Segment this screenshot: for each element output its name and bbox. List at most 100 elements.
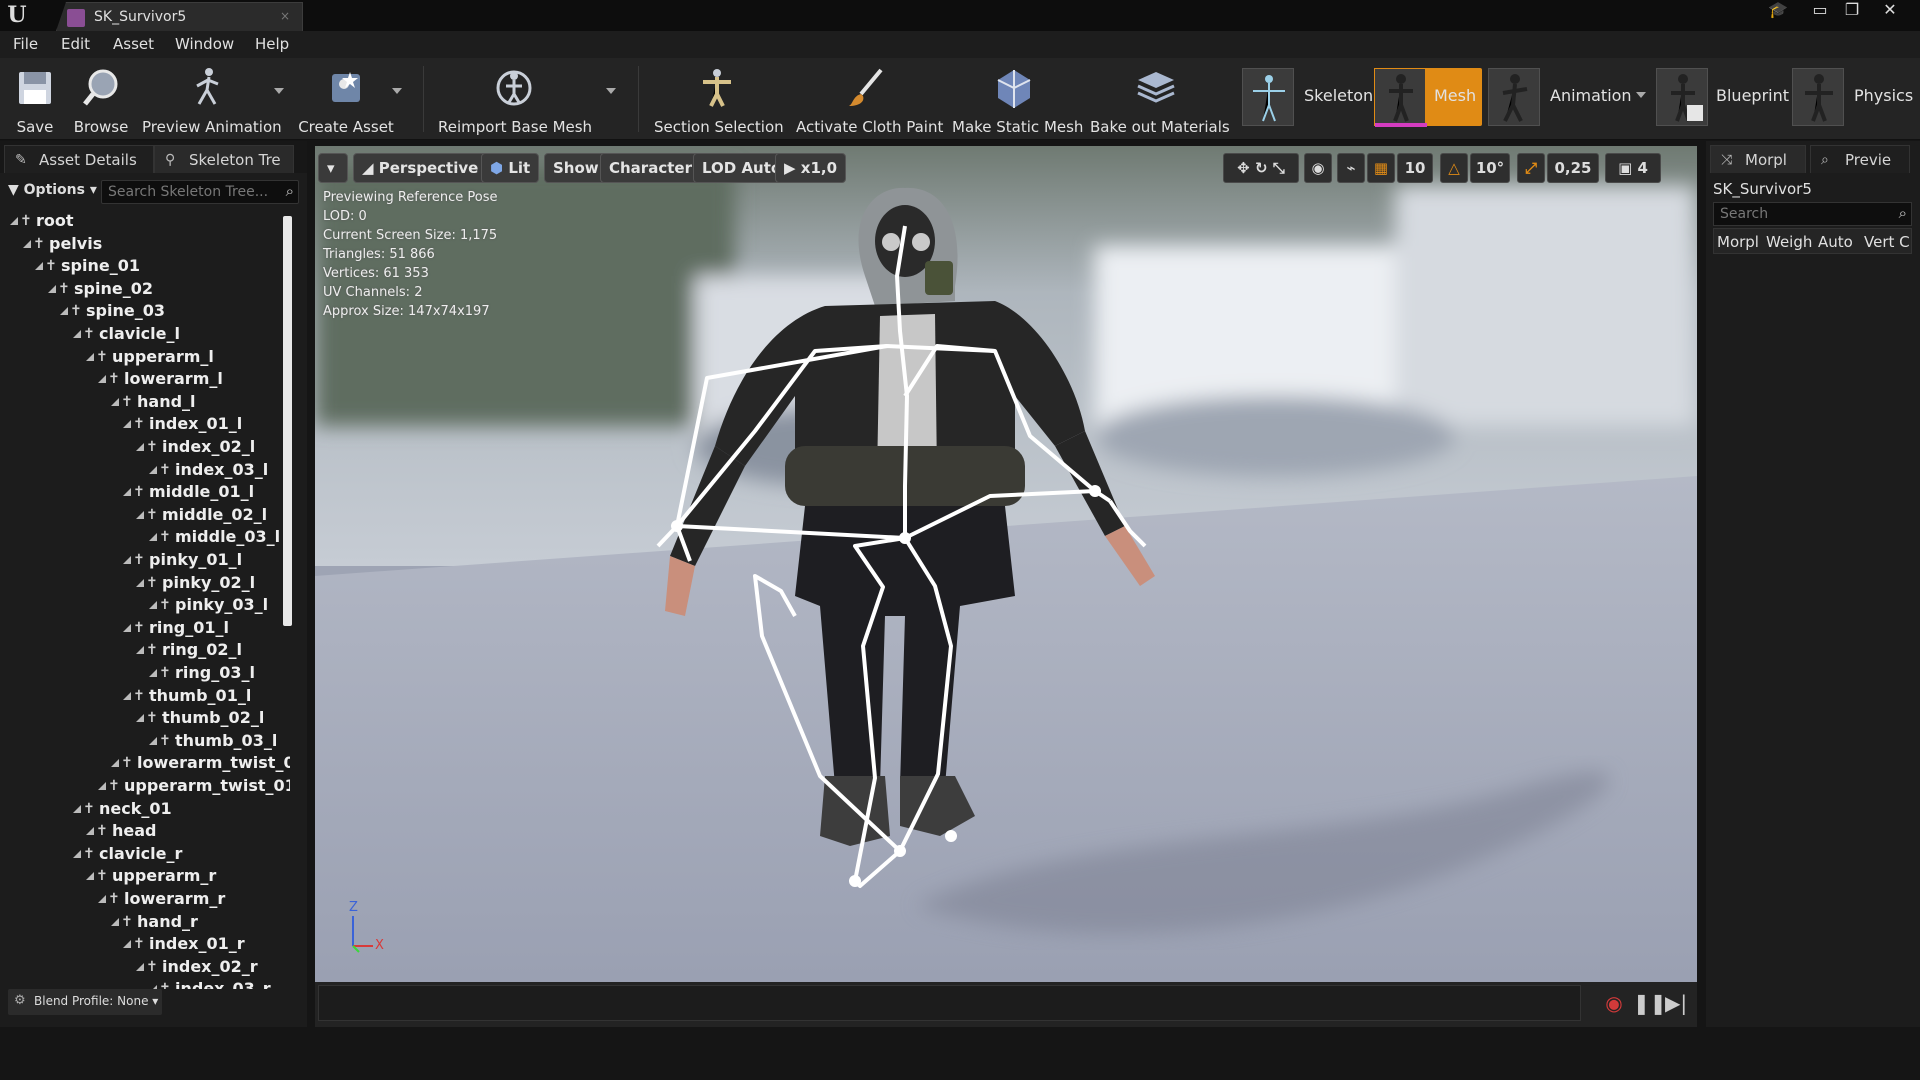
expand-arrow-icon[interactable]	[149, 601, 157, 609]
bone-row[interactable]: ✝ middle_02_l	[0, 505, 290, 527]
bone-row[interactable]: ✝ index_02_l	[0, 437, 290, 459]
bone-row[interactable]: ✝ ring_02_l	[0, 640, 290, 662]
expand-arrow-icon[interactable]	[98, 895, 106, 903]
lit-button[interactable]: ⬢ Lit	[481, 153, 540, 183]
mode-skeleton-button[interactable]: Skeleton	[1242, 68, 1373, 126]
scale-snap-icon[interactable]: ⤢	[1517, 153, 1545, 183]
unreal-logo-icon[interactable]: U	[4, 2, 30, 28]
surface-snap-icon[interactable]: ⌁	[1337, 153, 1365, 183]
reimport-dropdown-icon[interactable]	[606, 88, 616, 94]
create-asset-button[interactable]: Create Asset	[298, 60, 394, 138]
expand-arrow-icon[interactable]	[111, 398, 119, 406]
tab-skeleton-tree[interactable]: ⚲ Skeleton Tre	[154, 145, 294, 173]
bone-row[interactable]: ✝ pinky_03_l	[0, 595, 290, 617]
save-button[interactable]: Save	[8, 60, 62, 138]
column-weight[interactable]: Weigh	[1766, 233, 1812, 251]
expand-arrow-icon[interactable]	[136, 579, 144, 587]
bone-row[interactable]: ✝ spine_02	[0, 279, 290, 301]
expand-arrow-icon[interactable]	[23, 240, 31, 248]
expand-arrow-icon[interactable]	[98, 375, 106, 383]
tree-scrollbar[interactable]	[283, 216, 292, 626]
bake-out-materials-button[interactable]: Bake out Materials	[1090, 60, 1230, 138]
bone-row[interactable]: ✝ pinky_01_l	[0, 550, 290, 572]
bone-row[interactable]: ✝ thumb_03_l	[0, 731, 290, 753]
expand-arrow-icon[interactable]	[86, 353, 94, 361]
expand-arrow-icon[interactable]	[35, 262, 43, 270]
bone-row[interactable]: ✝ head	[0, 821, 290, 843]
expand-arrow-icon[interactable]	[149, 737, 157, 745]
column-morph[interactable]: Morpl	[1717, 233, 1761, 251]
column-auto[interactable]: Auto	[1818, 233, 1858, 251]
character-button[interactable]: Character	[600, 153, 701, 183]
preview-animation-dropdown-icon[interactable]	[274, 88, 284, 94]
expand-arrow-icon[interactable]	[10, 217, 18, 225]
bone-row[interactable]: ✝ thumb_01_l	[0, 686, 290, 708]
bone-row[interactable]: ✝ index_01_r	[0, 934, 290, 956]
scale-snap-value[interactable]: 0,25	[1547, 153, 1599, 183]
browse-button[interactable]: Browse	[72, 60, 130, 138]
mode-animation-button[interactable]: Animation	[1488, 68, 1648, 126]
pause-icon[interactable]: ❚❚	[1633, 990, 1667, 1016]
options-button[interactable]: ▼ Options ▾	[8, 182, 97, 198]
expand-arrow-icon[interactable]	[123, 420, 131, 428]
expand-arrow-icon[interactable]	[111, 918, 119, 926]
mode-physics-button[interactable]: Physics	[1792, 68, 1914, 126]
bone-row[interactable]: ✝ ring_03_l	[0, 663, 290, 685]
expand-arrow-icon[interactable]	[86, 827, 94, 835]
menu-window[interactable]: Window	[175, 35, 234, 53]
learn-icon[interactable]: 🎓	[1762, 0, 1794, 22]
bone-row[interactable]: ✝ lowerarm_l	[0, 369, 290, 391]
expand-arrow-icon[interactable]	[98, 782, 106, 790]
section-selection-button[interactable]: Section Selection	[654, 60, 784, 138]
bone-row[interactable]: ✝ upperarm_twist_01	[0, 776, 290, 798]
bone-row[interactable]: ✝ hand_l	[0, 392, 290, 414]
expand-arrow-icon[interactable]	[149, 669, 157, 677]
expand-arrow-icon[interactable]	[123, 692, 131, 700]
blend-profile-dropdown[interactable]: ⚙ Blend Profile: None ▾	[8, 989, 162, 1015]
expand-arrow-icon[interactable]	[60, 307, 68, 315]
menu-help[interactable]: Help	[255, 35, 289, 53]
expand-arrow-icon[interactable]	[123, 488, 131, 496]
bone-row[interactable]: ✝ spine_03	[0, 301, 290, 323]
bone-row[interactable]: ✝ clavicle_r	[0, 844, 290, 866]
menu-edit[interactable]: Edit	[61, 35, 90, 53]
bone-row[interactable]: ✝ index_02_r	[0, 957, 290, 979]
bone-row[interactable]: ✝ index_01_l	[0, 414, 290, 436]
mode-blueprint-button[interactable]: Blueprint	[1656, 68, 1789, 126]
translate-icon[interactable]: ✥	[1237, 159, 1250, 177]
bone-row[interactable]: ✝ root	[0, 211, 290, 233]
expand-arrow-icon[interactable]	[48, 285, 56, 293]
expand-arrow-icon[interactable]	[149, 533, 157, 541]
menu-asset[interactable]: Asset	[113, 35, 154, 53]
tab-preview-settings[interactable]: ⌕ Previe	[1810, 145, 1910, 173]
coordinate-space-icon[interactable]: ◉	[1304, 153, 1332, 183]
bone-row[interactable]: ✝ spine_01	[0, 256, 290, 278]
rotation-snap-value[interactable]: 10°	[1470, 153, 1510, 183]
asset-tab[interactable]: SK_Survivor5 ×	[56, 2, 303, 31]
bone-row[interactable]: ✝ lowerarm_twist_0	[0, 753, 290, 775]
bone-row[interactable]: ✝ thumb_02_l	[0, 708, 290, 730]
tab-morph-target-preview[interactable]: ⤨ Morpl	[1710, 145, 1806, 173]
expand-arrow-icon[interactable]	[73, 805, 81, 813]
bone-row[interactable]: ✝ index_03_r	[0, 979, 290, 989]
tab-close-icon[interactable]: ×	[280, 9, 290, 23]
expand-arrow-icon[interactable]	[123, 940, 131, 948]
scale-icon[interactable]: ⤡	[1273, 159, 1285, 177]
bone-row[interactable]: ✝ hand_r	[0, 912, 290, 934]
camera-speed-button[interactable]: ▣ 4	[1605, 153, 1661, 183]
expand-arrow-icon[interactable]	[136, 646, 144, 654]
expand-arrow-icon[interactable]	[136, 963, 144, 971]
grid-snap-icon[interactable]: ▦	[1367, 153, 1395, 183]
expand-arrow-icon[interactable]	[123, 556, 131, 564]
skeleton-search-input[interactable]: Search Skeleton Tree... ⌕	[101, 180, 299, 204]
expand-arrow-icon[interactable]	[136, 714, 144, 722]
expand-arrow-icon[interactable]	[86, 872, 94, 880]
bone-row[interactable]: ✝ index_03_l	[0, 460, 290, 482]
step-forward-icon[interactable]: ▶|	[1663, 990, 1689, 1016]
create-asset-dropdown-icon[interactable]	[392, 88, 402, 94]
expand-arrow-icon[interactable]	[136, 443, 144, 451]
bone-row[interactable]: ✝ ring_01_l	[0, 618, 290, 640]
preview-animation-button[interactable]: Preview Animation	[142, 60, 282, 138]
menu-file[interactable]: File	[13, 35, 38, 53]
expand-arrow-icon[interactable]	[123, 624, 131, 632]
